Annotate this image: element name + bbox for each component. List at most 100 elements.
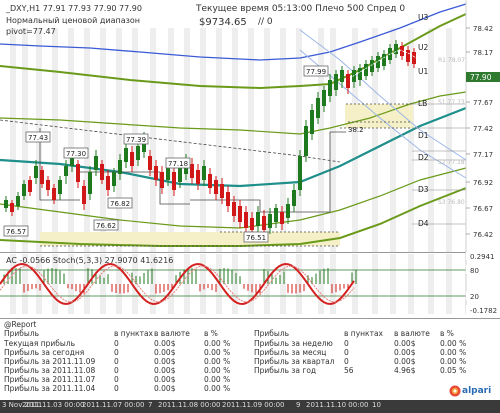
candle-body: [232, 202, 236, 216]
oscillator-stripe: [446, 254, 452, 314]
candle-body: [16, 196, 20, 206]
candle-body: [40, 170, 44, 184]
candle-body: [340, 70, 344, 82]
report-cell: 0.00 %: [204, 348, 231, 357]
candle-body: [250, 218, 254, 230]
time-axis-label: 2011.11.09 00:00: [222, 401, 285, 409]
report-cell: 0.00 %: [204, 339, 231, 348]
candle-body: [292, 190, 296, 206]
session-stripe: [116, 28, 122, 252]
price-box-label: 76.62: [96, 222, 116, 230]
report-cell: 0: [114, 375, 119, 384]
report-cell: 0.00 %: [204, 384, 231, 393]
report-header: в %: [204, 329, 218, 338]
candle-body: [46, 180, 50, 190]
price-tick-label: 77.67: [473, 99, 493, 107]
price-chart-canvas: 77.43 77.30 77.39 77.18 76.82 76.62 76.57 76.51…: [0, 0, 500, 252]
candle-body: [64, 166, 68, 176]
report-cell: 0: [344, 348, 349, 357]
price-box-label: 77.18: [168, 160, 188, 168]
logo-text: alpari: [462, 386, 492, 396]
report-cell: 0.00$: [154, 375, 176, 384]
candle-body: [94, 156, 98, 170]
report-row-label: Прибыль за неделю: [254, 339, 333, 348]
oscillator-stripe: [372, 254, 378, 314]
candle-body: [58, 180, 62, 194]
price-tick-label: 76.92: [473, 179, 493, 187]
current-price-text: 77.90: [470, 73, 492, 82]
candle-body: [220, 184, 224, 198]
report-cell: 0.00 %: [204, 375, 231, 384]
oscillator-stripe: [390, 254, 396, 314]
report-row-label: Прибыль за 2011.11.07: [4, 375, 96, 384]
price-box-label: 77.39: [126, 136, 146, 144]
report-header: в пунктах: [114, 329, 153, 338]
report-row-label: Прибыль за 2011.11.04: [4, 384, 96, 393]
candle-body: [304, 126, 308, 156]
oscillator-stripe: [296, 254, 302, 314]
oscillator-tick-label: 0.2941: [470, 253, 495, 261]
session-stripe: [200, 28, 206, 252]
oscillator-stripe: [330, 254, 336, 314]
candle-body: [244, 212, 248, 228]
candle-body: [34, 166, 38, 178]
candle-body: [328, 80, 332, 96]
report-panel: @Report Прибыль в пунктах в валюте в % Прибы…: [0, 318, 500, 400]
candle-body: [88, 172, 92, 194]
session-stripe: [232, 28, 238, 252]
candle-body: [208, 174, 212, 188]
candle-body: [82, 186, 86, 204]
candle-body: [196, 170, 200, 184]
candle-body: [172, 172, 176, 190]
report-cell: 0.00 %: [204, 366, 231, 375]
oscillator-stripe: [232, 254, 238, 314]
session-stripe: [52, 28, 58, 252]
candle-body: [160, 172, 164, 188]
range-line: Нормальный ценовой диапазон: [6, 16, 141, 25]
report-header: в %: [440, 329, 454, 338]
candle-body: [322, 90, 326, 106]
report-row-label: Текущая прибыль: [4, 339, 76, 348]
candle-body: [52, 188, 56, 200]
report-cell: 0.00$: [394, 348, 416, 357]
session-stripe: [184, 28, 190, 252]
session-stripe: [296, 28, 302, 252]
price-box-label: 76.82: [110, 200, 130, 208]
report-cell: 0.00 %: [440, 357, 467, 366]
report-row-label: Прибыль за месяц: [254, 348, 327, 357]
candle-body: [76, 164, 80, 182]
candle-body: [370, 60, 374, 72]
price-tick-label: 77.17: [473, 151, 493, 159]
pivot-price-label: R1 78.07: [438, 57, 465, 64]
report-header: в валюте: [394, 329, 430, 338]
oscillator-stripe: [248, 254, 254, 314]
candle-body: [364, 64, 368, 76]
time-axis-label: 2011.11.03 00:00: [22, 401, 85, 409]
session-stripe: [10, 28, 16, 252]
candle-body: [190, 164, 194, 178]
candle-body: [28, 180, 32, 192]
report-cell: 0.00$: [154, 384, 176, 393]
candle-body: [286, 204, 290, 218]
level-label: U1: [418, 67, 428, 76]
candle-body: [118, 160, 122, 174]
price-chart[interactable]: 77.43 77.30 77.39 77.18 76.82 76.62 76.57 76.51…: [0, 0, 500, 252]
price-box-label: 77.99: [306, 68, 326, 76]
report-cell: 0.00$: [394, 339, 416, 348]
report-cell: 0.05 %: [440, 366, 467, 375]
candle-body: [100, 164, 104, 180]
candle-body: [154, 166, 158, 180]
oscillator-tick-label: 20: [470, 293, 479, 301]
candle-body: [124, 148, 128, 162]
time-axis-label: 2011.11.07 00:00: [82, 401, 145, 409]
candle-body: [4, 200, 8, 208]
level-label: D2: [418, 153, 429, 162]
report-header: в валюте: [154, 329, 190, 338]
oscillator-title: AC -0.0566 Stoch(5,3,3) 27.9070 41.6216: [6, 256, 174, 265]
candle-body: [106, 176, 110, 190]
report-cell: 0: [114, 348, 119, 357]
report-cell: 0.00$: [154, 357, 176, 366]
candle-body: [268, 214, 272, 228]
level-label: D1: [418, 131, 429, 140]
report-cell: 0: [114, 384, 119, 393]
